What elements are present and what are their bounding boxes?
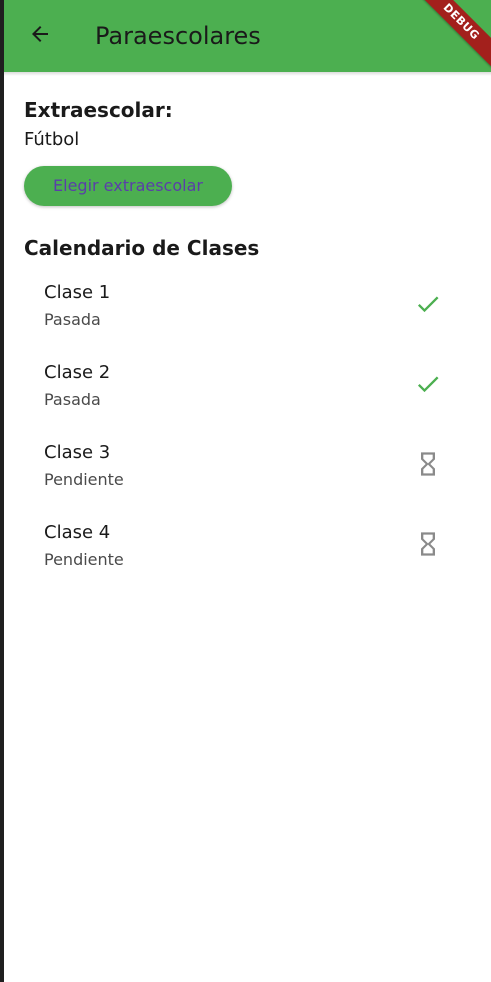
class-title: Clase 3 [44,442,111,463]
activity-label: Extraescolar: [24,98,173,122]
hourglass-icon [412,448,444,480]
class-title: Clase 2 [44,362,111,383]
hourglass-icon [412,528,444,560]
list-item: Clase 3 Pendiente [4,432,491,512]
arrow-back-icon [28,22,52,50]
list-item: Clase 1 Pasada [4,272,491,352]
back-button[interactable] [20,16,60,56]
class-list: Clase 1 Pasada Clase 2 Pasada Clase 3 Pe… [4,272,491,592]
choose-activity-button[interactable]: Elegir extraescolar [24,166,232,206]
class-title: Clase 1 [44,282,111,303]
app-bar-shadow [4,72,491,76]
activity-value: Fútbol [24,129,80,150]
class-status: Pasada [44,390,101,409]
page-title: Paraescolares [95,22,261,50]
class-title: Clase 4 [44,522,111,543]
list-item: Clase 4 Pendiente [4,512,491,592]
class-status: Pendiente [44,470,124,489]
class-status: Pasada [44,310,101,329]
debug-banner: DEBUG [412,0,491,71]
list-item: Clase 2 Pasada [4,352,491,432]
calendar-title: Calendario de Clases [24,236,260,260]
check-icon [412,368,444,400]
check-icon [412,288,444,320]
class-status: Pendiente [44,550,124,569]
app-bar: Paraescolares DEBUG [4,0,491,72]
